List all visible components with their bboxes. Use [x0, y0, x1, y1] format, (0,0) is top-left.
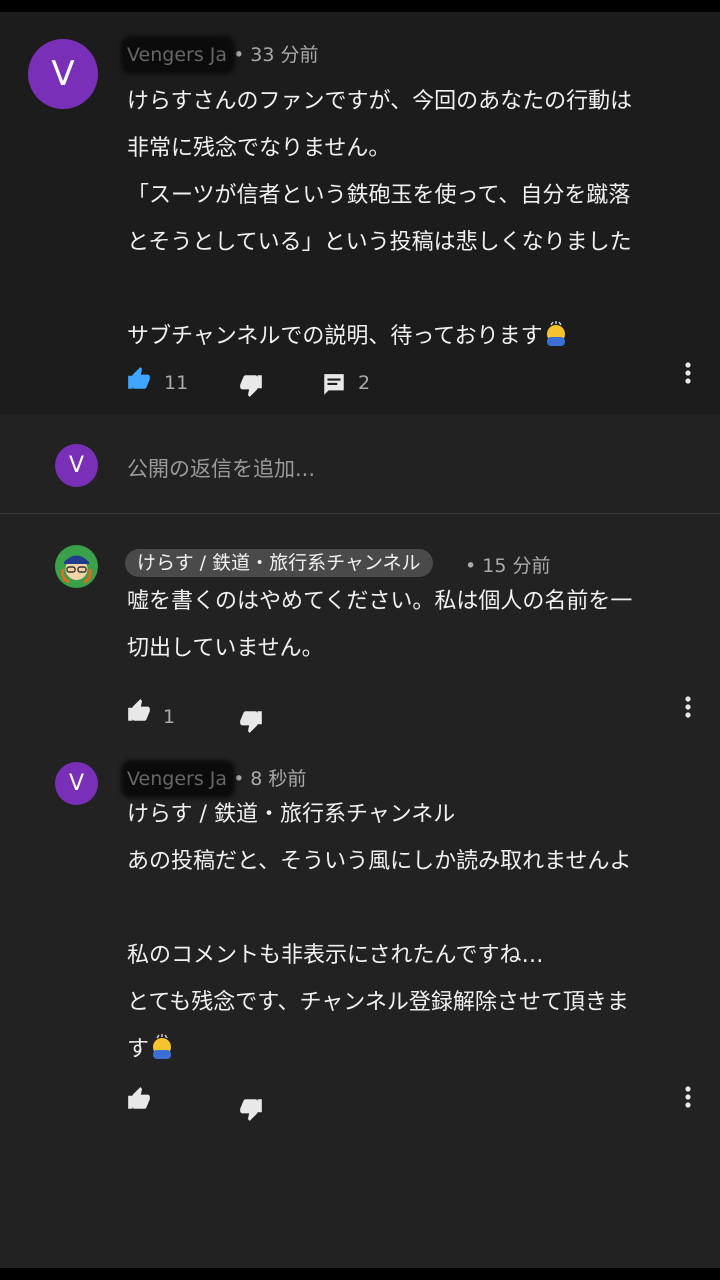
- comment-text: けらす / 鉄道・旅行系チャンネル あの投稿だと、そういう風にしか読み取れません…: [127, 802, 632, 1062]
- comment-text: けらすさんのファンですが、今回のあなたの行動は 非常に残念でなりません。 「スー…: [127, 89, 633, 349]
- more-vert-icon[interactable]: [676, 1082, 700, 1112]
- comment-actions: 11 2: [125, 364, 705, 404]
- avatar: V: [55, 444, 98, 487]
- avatar[interactable]: V: [28, 39, 98, 109]
- author-name[interactable]: Vengers Ja: [121, 760, 236, 798]
- comment-time: • 15 分前: [465, 555, 551, 577]
- reply-box[interactable]: V 公開の返信を追加...: [0, 414, 720, 514]
- thumbs-up-icon[interactable]: [125, 698, 153, 724]
- bowing-emoji-icon: [546, 321, 565, 346]
- comments-screen: V Vengers Ja • 33 分前 けらすさんのファンですが、今回のあなた…: [0, 12, 720, 1268]
- comment-meta: Vengers Ja • 33 分前: [121, 36, 319, 74]
- reply-count: 2: [358, 372, 371, 394]
- comment-1: V Vengers Ja • 33 分前 けらすさんのファンですが、今回のあなた…: [0, 12, 720, 414]
- divider: [0, 513, 720, 514]
- comment-actions: [125, 1086, 705, 1126]
- thumbs-up-icon[interactable]: [125, 366, 153, 392]
- author-name: けらす / 鉄道・旅行系チャンネル: [137, 552, 421, 574]
- reply-input-placeholder[interactable]: 公開の返信を追加...: [127, 453, 315, 483]
- channel-owner-badge[interactable]: けらす / 鉄道・旅行系チャンネル: [125, 549, 433, 577]
- thumbs-down-icon[interactable]: [237, 372, 265, 398]
- avatar[interactable]: [55, 545, 98, 588]
- more-vert-icon[interactable]: [676, 692, 700, 722]
- thumbs-up-icon[interactable]: [125, 1086, 153, 1112]
- comment-time: • 33 分前: [233, 44, 319, 66]
- thumbs-down-icon[interactable]: [237, 1096, 265, 1122]
- avatar-letter: V: [68, 771, 85, 796]
- thumbs-down-icon[interactable]: [237, 708, 265, 734]
- avatar[interactable]: V: [55, 762, 98, 805]
- comment-meta: Vengers Ja • 8 秒前: [121, 760, 307, 798]
- reply-icon[interactable]: [321, 372, 347, 398]
- author-name[interactable]: Vengers Ja: [121, 36, 236, 74]
- like-count: 11: [164, 372, 189, 394]
- comment-actions: 1: [125, 698, 705, 738]
- more-vert-icon[interactable]: [676, 358, 700, 388]
- comment-text: 嘘を書くのはやめてください。私は個人の名前を一 切出していません。: [127, 589, 633, 661]
- comment-time: • 8 秒前: [233, 768, 307, 790]
- bowing-emoji-icon: [153, 1034, 172, 1059]
- avatar-letter: V: [51, 54, 75, 94]
- like-count: 1: [163, 706, 176, 728]
- avatar-letter: V: [68, 453, 85, 478]
